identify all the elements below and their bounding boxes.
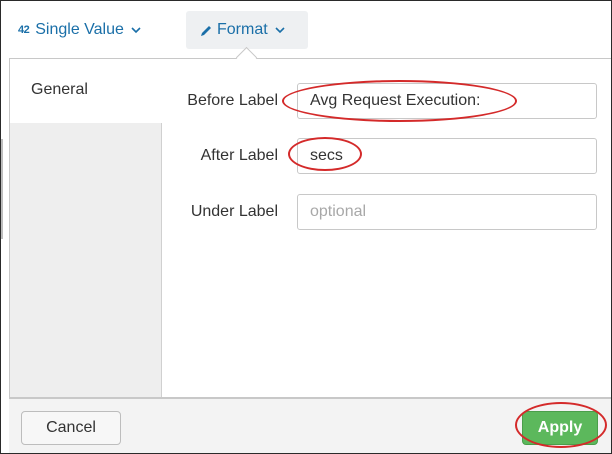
under-label-input[interactable]: optional bbox=[297, 194, 597, 230]
pencil-icon bbox=[201, 25, 211, 36]
sidebar-item-general[interactable]: General bbox=[10, 59, 162, 123]
sidebar-item-label: General bbox=[31, 81, 88, 98]
single-value-icon: 42 bbox=[18, 24, 30, 36]
before-label-row: Before Label Avg Request Execution: bbox=[170, 83, 600, 121]
dialog-footer: Cancel Apply bbox=[9, 398, 611, 453]
under-label-label: Under Label bbox=[190, 203, 278, 220]
viz-toolbar: 42 Single Value Format bbox=[1, 1, 611, 59]
visualization-type-label: Single Value bbox=[35, 21, 124, 38]
chevron-down-icon bbox=[131, 27, 141, 34]
format-sidebar: General bbox=[10, 59, 162, 397]
after-label-row: After Label secs bbox=[170, 138, 600, 176]
before-label-input[interactable]: Avg Request Execution: bbox=[297, 83, 597, 119]
visualization-type-button[interactable]: 42 Single Value bbox=[18, 11, 142, 49]
chevron-down-icon bbox=[275, 27, 285, 34]
format-panel: General Before Label Avg Request Executi… bbox=[9, 58, 611, 398]
format-dialog: 42 Single Value Format General Before La… bbox=[0, 0, 612, 454]
format-label: Format bbox=[217, 21, 268, 38]
cancel-button[interactable]: Cancel bbox=[21, 411, 121, 445]
after-label-label: After Label bbox=[200, 147, 278, 164]
format-button[interactable]: Format bbox=[186, 11, 308, 49]
before-label-label: Before Label bbox=[187, 92, 278, 109]
background-edge bbox=[1, 139, 3, 239]
under-label-row: Under Label optional bbox=[170, 194, 600, 232]
after-label-input[interactable]: secs bbox=[297, 138, 597, 174]
apply-button[interactable]: Apply bbox=[522, 411, 598, 445]
